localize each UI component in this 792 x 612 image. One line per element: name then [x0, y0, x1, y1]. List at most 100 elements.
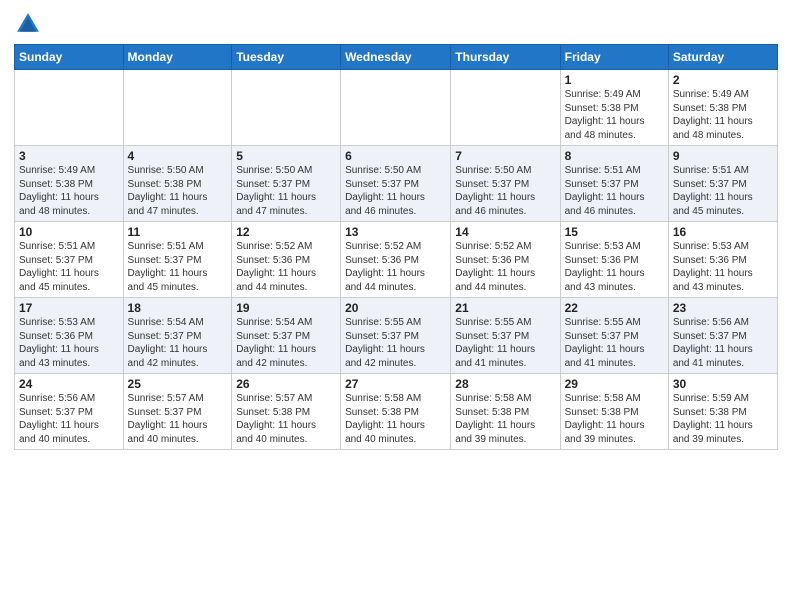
day-info: Sunrise: 5:50 AMSunset: 5:37 PMDaylight:…: [236, 164, 336, 218]
day-number: 2: [673, 73, 773, 87]
calendar-cell: 15Sunrise: 5:53 AMSunset: 5:36 PMDayligh…: [560, 222, 668, 298]
calendar-cell: 2Sunrise: 5:49 AMSunset: 5:38 PMDaylight…: [668, 70, 777, 146]
day-info: Sunrise: 5:53 AMSunset: 5:36 PMDaylight:…: [565, 240, 664, 294]
day-info: Sunrise: 5:53 AMSunset: 5:36 PMDaylight:…: [19, 316, 119, 370]
calendar-week-row: 10Sunrise: 5:51 AMSunset: 5:37 PMDayligh…: [15, 222, 778, 298]
day-info: Sunrise: 5:49 AMSunset: 5:38 PMDaylight:…: [673, 88, 773, 142]
logo-icon: [14, 10, 42, 38]
calendar-cell: 29Sunrise: 5:58 AMSunset: 5:38 PMDayligh…: [560, 374, 668, 450]
page: SundayMondayTuesdayWednesdayThursdayFrid…: [0, 0, 792, 612]
calendar-cell: 18Sunrise: 5:54 AMSunset: 5:37 PMDayligh…: [123, 298, 232, 374]
day-info: Sunrise: 5:59 AMSunset: 5:38 PMDaylight:…: [673, 392, 773, 446]
logo: [14, 10, 46, 38]
day-number: 10: [19, 225, 119, 239]
day-number: 23: [673, 301, 773, 315]
day-number: 17: [19, 301, 119, 315]
weekday-header: Monday: [123, 45, 232, 70]
day-number: 25: [128, 377, 228, 391]
day-number: 13: [345, 225, 446, 239]
calendar-cell: 9Sunrise: 5:51 AMSunset: 5:37 PMDaylight…: [668, 146, 777, 222]
header: [14, 10, 778, 38]
day-info: Sunrise: 5:49 AMSunset: 5:38 PMDaylight:…: [19, 164, 119, 218]
calendar-cell: 22Sunrise: 5:55 AMSunset: 5:37 PMDayligh…: [560, 298, 668, 374]
calendar-cell: 21Sunrise: 5:55 AMSunset: 5:37 PMDayligh…: [451, 298, 560, 374]
calendar-cell: 23Sunrise: 5:56 AMSunset: 5:37 PMDayligh…: [668, 298, 777, 374]
calendar-cell: 27Sunrise: 5:58 AMSunset: 5:38 PMDayligh…: [341, 374, 451, 450]
day-number: 22: [565, 301, 664, 315]
day-number: 24: [19, 377, 119, 391]
day-number: 30: [673, 377, 773, 391]
calendar-header-row: SundayMondayTuesdayWednesdayThursdayFrid…: [15, 45, 778, 70]
calendar-cell: 14Sunrise: 5:52 AMSunset: 5:36 PMDayligh…: [451, 222, 560, 298]
weekday-header: Wednesday: [341, 45, 451, 70]
day-info: Sunrise: 5:54 AMSunset: 5:37 PMDaylight:…: [128, 316, 228, 370]
day-number: 16: [673, 225, 773, 239]
day-info: Sunrise: 5:55 AMSunset: 5:37 PMDaylight:…: [455, 316, 555, 370]
calendar-table: SundayMondayTuesdayWednesdayThursdayFrid…: [14, 44, 778, 450]
calendar-cell: 26Sunrise: 5:57 AMSunset: 5:38 PMDayligh…: [232, 374, 341, 450]
day-number: 6: [345, 149, 446, 163]
day-info: Sunrise: 5:50 AMSunset: 5:37 PMDaylight:…: [345, 164, 446, 218]
calendar-cell: 17Sunrise: 5:53 AMSunset: 5:36 PMDayligh…: [15, 298, 124, 374]
calendar-week-row: 3Sunrise: 5:49 AMSunset: 5:38 PMDaylight…: [15, 146, 778, 222]
day-info: Sunrise: 5:54 AMSunset: 5:37 PMDaylight:…: [236, 316, 336, 370]
day-number: 20: [345, 301, 446, 315]
day-number: 19: [236, 301, 336, 315]
calendar-cell: 16Sunrise: 5:53 AMSunset: 5:36 PMDayligh…: [668, 222, 777, 298]
day-info: Sunrise: 5:58 AMSunset: 5:38 PMDaylight:…: [345, 392, 446, 446]
day-info: Sunrise: 5:57 AMSunset: 5:38 PMDaylight:…: [236, 392, 336, 446]
calendar-cell: 13Sunrise: 5:52 AMSunset: 5:36 PMDayligh…: [341, 222, 451, 298]
day-info: Sunrise: 5:56 AMSunset: 5:37 PMDaylight:…: [19, 392, 119, 446]
calendar-cell: [123, 70, 232, 146]
day-number: 1: [565, 73, 664, 87]
calendar-cell: 5Sunrise: 5:50 AMSunset: 5:37 PMDaylight…: [232, 146, 341, 222]
weekday-header: Thursday: [451, 45, 560, 70]
day-number: 12: [236, 225, 336, 239]
day-number: 21: [455, 301, 555, 315]
day-info: Sunrise: 5:53 AMSunset: 5:36 PMDaylight:…: [673, 240, 773, 294]
calendar-week-row: 1Sunrise: 5:49 AMSunset: 5:38 PMDaylight…: [15, 70, 778, 146]
day-number: 8: [565, 149, 664, 163]
calendar-cell: 24Sunrise: 5:56 AMSunset: 5:37 PMDayligh…: [15, 374, 124, 450]
calendar-cell: 19Sunrise: 5:54 AMSunset: 5:37 PMDayligh…: [232, 298, 341, 374]
day-number: 11: [128, 225, 228, 239]
day-info: Sunrise: 5:51 AMSunset: 5:37 PMDaylight:…: [19, 240, 119, 294]
day-number: 18: [128, 301, 228, 315]
day-info: Sunrise: 5:56 AMSunset: 5:37 PMDaylight:…: [673, 316, 773, 370]
day-info: Sunrise: 5:52 AMSunset: 5:36 PMDaylight:…: [345, 240, 446, 294]
calendar-cell: 28Sunrise: 5:58 AMSunset: 5:38 PMDayligh…: [451, 374, 560, 450]
day-info: Sunrise: 5:50 AMSunset: 5:38 PMDaylight:…: [128, 164, 228, 218]
weekday-header: Friday: [560, 45, 668, 70]
weekday-header: Saturday: [668, 45, 777, 70]
calendar-cell: 25Sunrise: 5:57 AMSunset: 5:37 PMDayligh…: [123, 374, 232, 450]
weekday-header: Sunday: [15, 45, 124, 70]
day-info: Sunrise: 5:58 AMSunset: 5:38 PMDaylight:…: [455, 392, 555, 446]
calendar-cell: 10Sunrise: 5:51 AMSunset: 5:37 PMDayligh…: [15, 222, 124, 298]
calendar-cell: 7Sunrise: 5:50 AMSunset: 5:37 PMDaylight…: [451, 146, 560, 222]
day-number: 15: [565, 225, 664, 239]
calendar-cell: 11Sunrise: 5:51 AMSunset: 5:37 PMDayligh…: [123, 222, 232, 298]
day-number: 7: [455, 149, 555, 163]
calendar-cell: 3Sunrise: 5:49 AMSunset: 5:38 PMDaylight…: [15, 146, 124, 222]
day-number: 14: [455, 225, 555, 239]
day-info: Sunrise: 5:51 AMSunset: 5:37 PMDaylight:…: [128, 240, 228, 294]
calendar-cell: 4Sunrise: 5:50 AMSunset: 5:38 PMDaylight…: [123, 146, 232, 222]
day-info: Sunrise: 5:52 AMSunset: 5:36 PMDaylight:…: [236, 240, 336, 294]
calendar-cell: 12Sunrise: 5:52 AMSunset: 5:36 PMDayligh…: [232, 222, 341, 298]
day-number: 29: [565, 377, 664, 391]
day-number: 3: [19, 149, 119, 163]
day-number: 9: [673, 149, 773, 163]
day-info: Sunrise: 5:58 AMSunset: 5:38 PMDaylight:…: [565, 392, 664, 446]
calendar-cell: [341, 70, 451, 146]
day-number: 27: [345, 377, 446, 391]
calendar-cell: [232, 70, 341, 146]
day-number: 4: [128, 149, 228, 163]
day-info: Sunrise: 5:52 AMSunset: 5:36 PMDaylight:…: [455, 240, 555, 294]
weekday-header: Tuesday: [232, 45, 341, 70]
calendar-cell: 1Sunrise: 5:49 AMSunset: 5:38 PMDaylight…: [560, 70, 668, 146]
day-info: Sunrise: 5:57 AMSunset: 5:37 PMDaylight:…: [128, 392, 228, 446]
calendar-week-row: 24Sunrise: 5:56 AMSunset: 5:37 PMDayligh…: [15, 374, 778, 450]
calendar-cell: 30Sunrise: 5:59 AMSunset: 5:38 PMDayligh…: [668, 374, 777, 450]
calendar-cell: [15, 70, 124, 146]
day-info: Sunrise: 5:49 AMSunset: 5:38 PMDaylight:…: [565, 88, 664, 142]
